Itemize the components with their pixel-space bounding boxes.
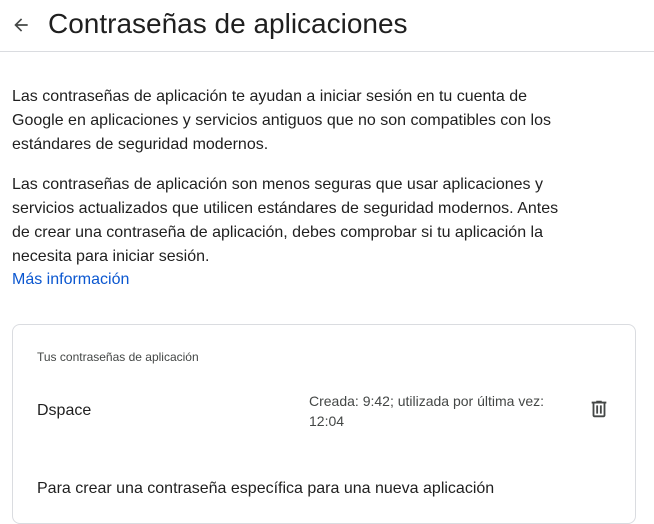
page-header: Contraseñas de aplicaciones [0,0,654,52]
intro-paragraph-1: Las contraseñas de aplicación te ayudan … [12,88,551,153]
card-label: Tus contraseñas de aplicación [37,350,199,364]
delete-app-password-button[interactable] [587,397,611,421]
app-password-name: Dspace [37,402,92,419]
app-passwords-card: Tus contraseñas de aplicación Dspace Cre… [12,324,636,524]
page-title: Contraseñas de aplicaciones [48,8,408,39]
more-info-link[interactable]: Más información [12,268,129,292]
intro-paragraph-2: Las contraseñas de aplicación son menos … [12,176,559,265]
trash-icon [591,400,607,418]
app-password-meta: Creada: 9:42; utilizada por última vez: … [309,393,545,429]
back-button[interactable] [6,10,36,40]
arrow-back-icon [14,18,28,32]
